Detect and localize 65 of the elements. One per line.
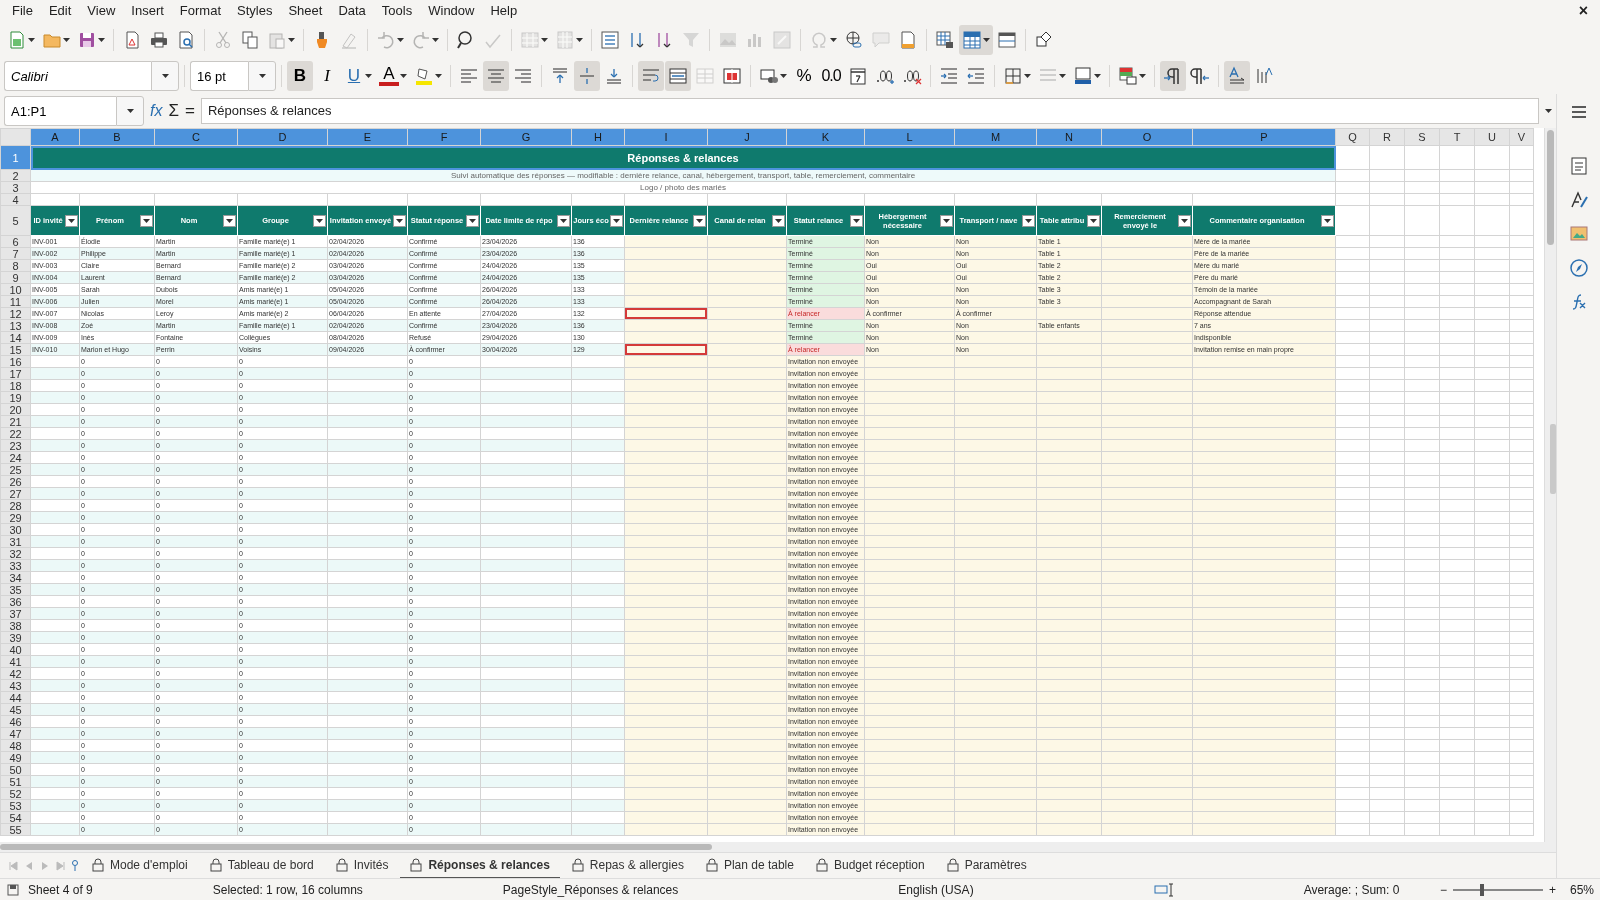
language[interactable]: English (USA) bbox=[898, 880, 974, 899]
menu-item[interactable]: Insert bbox=[123, 1, 172, 21]
column-header[interactable]: U bbox=[1474, 128, 1510, 146]
sheet-title: Réponses & relances bbox=[30, 145, 1336, 170]
sheet-tab[interactable]: Repas & allergies bbox=[561, 852, 694, 879]
sheet-tab[interactable]: Mode d'emploi bbox=[82, 852, 198, 879]
italic-button[interactable]: I bbox=[314, 61, 340, 91]
formula-equals-button[interactable]: = bbox=[184, 98, 195, 124]
menu-item[interactable]: Styles bbox=[229, 1, 281, 21]
column-header[interactable]: F bbox=[407, 128, 481, 146]
sum-button[interactable]: Σ bbox=[168, 98, 179, 124]
column-header[interactable]: M bbox=[954, 128, 1037, 146]
column-header[interactable]: V bbox=[1509, 128, 1534, 146]
page-style[interactable]: PageStyle_Réponses & relances bbox=[502, 880, 679, 899]
number-button[interactable]: 0.0 bbox=[818, 61, 844, 91]
zoom-in-button[interactable]: + bbox=[1548, 880, 1556, 899]
column-header[interactable]: N bbox=[1036, 128, 1102, 146]
sheet-tab[interactable]: Tableau de bord bbox=[199, 852, 324, 879]
menu-item[interactable]: Help bbox=[482, 1, 526, 21]
menu-item[interactable]: File bbox=[4, 1, 41, 21]
column-header[interactable]: G bbox=[480, 128, 572, 146]
column-header[interactable]: J bbox=[707, 128, 787, 146]
menu-item[interactable]: Edit bbox=[40, 1, 80, 21]
column-header[interactable]: C bbox=[154, 128, 238, 146]
column-header[interactable]: O bbox=[1101, 128, 1193, 146]
sum-info: Average: ; Sum: 0 bbox=[1303, 881, 1400, 899]
column-header[interactable]: A bbox=[30, 128, 80, 146]
name-box[interactable]: A1:P1 bbox=[4, 96, 116, 126]
zoom-out-button[interactable]: − bbox=[1439, 880, 1447, 899]
column-header[interactable]: H bbox=[571, 128, 625, 146]
menu-item[interactable]: Sheet bbox=[280, 1, 331, 21]
sheet-count: Sheet 4 of 9 bbox=[28, 881, 93, 899]
fontcolor-button[interactable]: A bbox=[376, 61, 410, 91]
sheet-tab[interactable]: Invités bbox=[325, 852, 399, 879]
menu-item[interactable]: Data bbox=[330, 1, 374, 21]
column-header[interactable]: T bbox=[1439, 128, 1475, 146]
close-button[interactable]: × bbox=[1570, 3, 1596, 19]
column-header[interactable]: Q bbox=[1335, 128, 1370, 146]
menu-item[interactable]: Format bbox=[171, 1, 229, 21]
zoom-percent[interactable]: 65% bbox=[1569, 880, 1594, 899]
menu-item[interactable]: Window bbox=[420, 1, 483, 21]
column-header[interactable]: D bbox=[237, 128, 328, 146]
menu-item[interactable]: Tools bbox=[373, 1, 421, 21]
selection-info: Selected: 1 row, 16 columns bbox=[212, 881, 363, 899]
menu-item[interactable]: View bbox=[79, 1, 124, 21]
sheet-tab[interactable]: Réponses & relances bbox=[400, 852, 560, 879]
sheet-tab[interactable]: Paramètres bbox=[936, 852, 1037, 879]
font-size-field[interactable]: 16 pt bbox=[190, 61, 248, 91]
column-header[interactable]: B bbox=[79, 128, 155, 146]
column-header[interactable]: S bbox=[1404, 128, 1440, 146]
column-header[interactable]: P bbox=[1192, 128, 1336, 146]
underline-button[interactable]: U bbox=[341, 61, 375, 91]
function-wizard-button[interactable]: fx bbox=[150, 99, 163, 123]
row-header[interactable]: 5 bbox=[0, 205, 31, 236]
formula-input-field[interactable]: Réponses & relances bbox=[200, 98, 1539, 124]
bold-button[interactable]: B bbox=[287, 61, 313, 91]
column-header[interactable]: K bbox=[786, 128, 865, 146]
percent-button[interactable]: % bbox=[791, 61, 817, 91]
sheet-tab[interactable]: Plan de table bbox=[695, 852, 804, 879]
column-header[interactable]: L bbox=[864, 128, 955, 146]
sheet-tab[interactable]: Budget réception bbox=[805, 852, 935, 879]
column-header[interactable]: E bbox=[327, 128, 408, 146]
column-header[interactable]: I bbox=[624, 128, 708, 146]
column-header[interactable]: R bbox=[1369, 128, 1405, 146]
font-name-field[interactable]: Calibri bbox=[4, 61, 151, 91]
